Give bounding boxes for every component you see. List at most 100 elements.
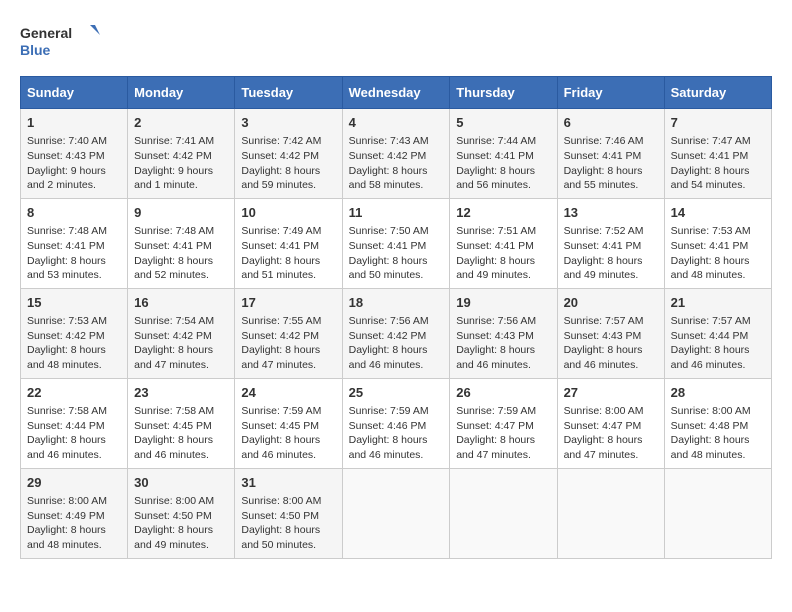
cell-content: Sunrise: 7:43 AMSunset: 4:42 PMDaylight:… — [349, 134, 444, 193]
weekday-header-sunday: Sunday — [21, 77, 128, 109]
day-number: 15 — [27, 294, 121, 312]
day-number: 16 — [134, 294, 228, 312]
cell-content: Sunrise: 7:58 AMSunset: 4:44 PMDaylight:… — [27, 404, 121, 463]
day-number: 18 — [349, 294, 444, 312]
cell-content: Sunrise: 7:59 AMSunset: 4:47 PMDaylight:… — [456, 404, 550, 463]
day-number: 24 — [241, 384, 335, 402]
calendar-cell: 26 Sunrise: 7:59 AMSunset: 4:47 PMDayligh… — [450, 378, 557, 468]
calendar-cell: 6Sunrise: 7:46 AMSunset: 4:41 PMDaylight… — [557, 109, 664, 199]
day-number: 11 — [349, 204, 444, 222]
calendar-cell: 10 Sunrise: 7:49 AMSunset: 4:41 PMDayligh… — [235, 198, 342, 288]
logo: General Blue — [20, 20, 100, 60]
cell-content: Sunrise: 8:00 AMSunset: 4:47 PMDaylight:… — [564, 404, 658, 463]
day-number: 30 — [134, 474, 228, 492]
day-number: 26 — [456, 384, 550, 402]
day-number: 21 — [671, 294, 765, 312]
cell-content: Sunrise: 8:00 AMSunset: 4:49 PMDaylight:… — [27, 494, 121, 553]
logo-chevron — [90, 25, 100, 35]
calendar-cell: 23Sunrise: 7:58 AMSunset: 4:45 PMDayligh… — [128, 378, 235, 468]
cell-content: Sunrise: 8:00 AMSunset: 4:50 PMDaylight:… — [134, 494, 228, 553]
calendar-week-row: 15 Sunrise: 7:53 AMSunset: 4:42 PMDayligh… — [21, 288, 772, 378]
day-number: 4 — [349, 114, 444, 132]
calendar-cell: 2 Sunrise: 7:41 AMSunset: 4:42 PMDaylight… — [128, 109, 235, 199]
calendar-cell: 8Sunrise: 7:48 AMSunset: 4:41 PMDaylight… — [21, 198, 128, 288]
weekday-header-tuesday: Tuesday — [235, 77, 342, 109]
calendar-cell: 5 Sunrise: 7:44 AMSunset: 4:41 PMDaylight… — [450, 109, 557, 199]
day-number: 31 — [241, 474, 335, 492]
cell-content: Sunrise: 7:56 AMSunset: 4:43 PMDaylight:… — [456, 314, 550, 373]
page-header: General Blue — [20, 20, 772, 60]
logo-blue: Blue — [20, 42, 51, 58]
day-number: 1 — [27, 114, 121, 132]
calendar-cell: 25 Sunrise: 7:59 AMSunset: 4:46 PMDayligh… — [342, 378, 450, 468]
day-number: 19 — [456, 294, 550, 312]
calendar-cell — [450, 468, 557, 558]
cell-content: Sunrise: 7:57 AMSunset: 4:43 PMDaylight:… — [564, 314, 658, 373]
calendar-cell: 17 Sunrise: 7:55 AMSunset: 4:42 PMDayligh… — [235, 288, 342, 378]
calendar-week-row: 1 Sunrise: 7:40 AMSunset: 4:43 PMDaylight… — [21, 109, 772, 199]
weekday-header-thursday: Thursday — [450, 77, 557, 109]
calendar-cell: 9Sunrise: 7:48 AMSunset: 4:41 PMDaylight… — [128, 198, 235, 288]
calendar-cell: 18 Sunrise: 7:56 AMSunset: 4:42 PMDayligh… — [342, 288, 450, 378]
weekday-header-row: SundayMondayTuesdayWednesdayThursdayFrid… — [21, 77, 772, 109]
logo-svg: General Blue — [20, 20, 100, 60]
cell-content: Sunrise: 7:58 AMSunset: 4:45 PMDaylight:… — [134, 404, 228, 463]
cell-content: Sunrise: 8:00 AMSunset: 4:50 PMDaylight:… — [241, 494, 335, 553]
calendar-cell: 14Sunrise: 7:53 AMSunset: 4:41 PMDayligh… — [664, 198, 771, 288]
day-number: 12 — [456, 204, 550, 222]
day-number: 29 — [27, 474, 121, 492]
calendar-cell: 4 Sunrise: 7:43 AMSunset: 4:42 PMDaylight… — [342, 109, 450, 199]
calendar-week-row: 22Sunrise: 7:58 AMSunset: 4:44 PMDayligh… — [21, 378, 772, 468]
cell-content: Sunrise: 7:50 AMSunset: 4:41 PMDaylight:… — [349, 224, 444, 283]
cell-content: Sunrise: 7:53 AMSunset: 4:42 PMDaylight:… — [27, 314, 121, 373]
day-number: 7 — [671, 114, 765, 132]
day-number: 2 — [134, 114, 228, 132]
calendar-cell: 7Sunrise: 7:47 AMSunset: 4:41 PMDaylight… — [664, 109, 771, 199]
logo-general: General — [20, 25, 72, 41]
calendar-week-row: 29 Sunrise: 8:00 AMSunset: 4:49 PMDayligh… — [21, 468, 772, 558]
calendar-cell: 3Sunrise: 7:42 AMSunset: 4:42 PMDaylight… — [235, 109, 342, 199]
cell-content: Sunrise: 7:48 AMSunset: 4:41 PMDaylight:… — [27, 224, 121, 283]
calendar-cell: 24 Sunrise: 7:59 AMSunset: 4:45 PMDayligh… — [235, 378, 342, 468]
cell-content: Sunrise: 7:40 AMSunset: 4:43 PMDaylight:… — [27, 134, 121, 193]
day-number: 10 — [241, 204, 335, 222]
cell-content: Sunrise: 7:51 AMSunset: 4:41 PMDaylight:… — [456, 224, 550, 283]
calendar-cell: 11 Sunrise: 7:50 AMSunset: 4:41 PMDayligh… — [342, 198, 450, 288]
cell-content: Sunrise: 7:59 AMSunset: 4:45 PMDaylight:… — [241, 404, 335, 463]
day-number: 3 — [241, 114, 335, 132]
day-number: 25 — [349, 384, 444, 402]
calendar-cell: 31 Sunrise: 8:00 AMSunset: 4:50 PMDayligh… — [235, 468, 342, 558]
weekday-header-wednesday: Wednesday — [342, 77, 450, 109]
cell-content: Sunrise: 7:54 AMSunset: 4:42 PMDaylight:… — [134, 314, 228, 373]
calendar-cell: 22Sunrise: 7:58 AMSunset: 4:44 PMDayligh… — [21, 378, 128, 468]
cell-content: Sunrise: 7:41 AMSunset: 4:42 PMDaylight:… — [134, 134, 228, 193]
calendar-cell: 16 Sunrise: 7:54 AMSunset: 4:42 PMDayligh… — [128, 288, 235, 378]
day-number: 28 — [671, 384, 765, 402]
weekday-header-monday: Monday — [128, 77, 235, 109]
day-number: 27 — [564, 384, 658, 402]
calendar-cell: 19 Sunrise: 7:56 AMSunset: 4:43 PMDayligh… — [450, 288, 557, 378]
calendar-table: SundayMondayTuesdayWednesdayThursdayFrid… — [20, 76, 772, 559]
calendar-cell: 30 Sunrise: 8:00 AMSunset: 4:50 PMDayligh… — [128, 468, 235, 558]
calendar-cell: 20Sunrise: 7:57 AMSunset: 4:43 PMDayligh… — [557, 288, 664, 378]
calendar-cell — [342, 468, 450, 558]
day-number: 5 — [456, 114, 550, 132]
cell-content: Sunrise: 7:57 AMSunset: 4:44 PMDaylight:… — [671, 314, 765, 373]
cell-content: Sunrise: 7:59 AMSunset: 4:46 PMDaylight:… — [349, 404, 444, 463]
cell-content: Sunrise: 7:49 AMSunset: 4:41 PMDaylight:… — [241, 224, 335, 283]
calendar-cell: 15 Sunrise: 7:53 AMSunset: 4:42 PMDayligh… — [21, 288, 128, 378]
cell-content: Sunrise: 7:44 AMSunset: 4:41 PMDaylight:… — [456, 134, 550, 193]
cell-content: Sunrise: 7:56 AMSunset: 4:42 PMDaylight:… — [349, 314, 444, 373]
weekday-header-saturday: Saturday — [664, 77, 771, 109]
day-number: 9 — [134, 204, 228, 222]
day-number: 13 — [564, 204, 658, 222]
cell-content: Sunrise: 7:55 AMSunset: 4:42 PMDaylight:… — [241, 314, 335, 373]
calendar-week-row: 8Sunrise: 7:48 AMSunset: 4:41 PMDaylight… — [21, 198, 772, 288]
calendar-cell: 27 Sunrise: 8:00 AMSunset: 4:47 PMDayligh… — [557, 378, 664, 468]
calendar-cell: 21 Sunrise: 7:57 AMSunset: 4:44 PMDayligh… — [664, 288, 771, 378]
cell-content: Sunrise: 8:00 AMSunset: 4:48 PMDaylight:… — [671, 404, 765, 463]
day-number: 17 — [241, 294, 335, 312]
weekday-header-friday: Friday — [557, 77, 664, 109]
calendar-cell: 13 Sunrise: 7:52 AMSunset: 4:41 PMDayligh… — [557, 198, 664, 288]
cell-content: Sunrise: 7:52 AMSunset: 4:41 PMDaylight:… — [564, 224, 658, 283]
